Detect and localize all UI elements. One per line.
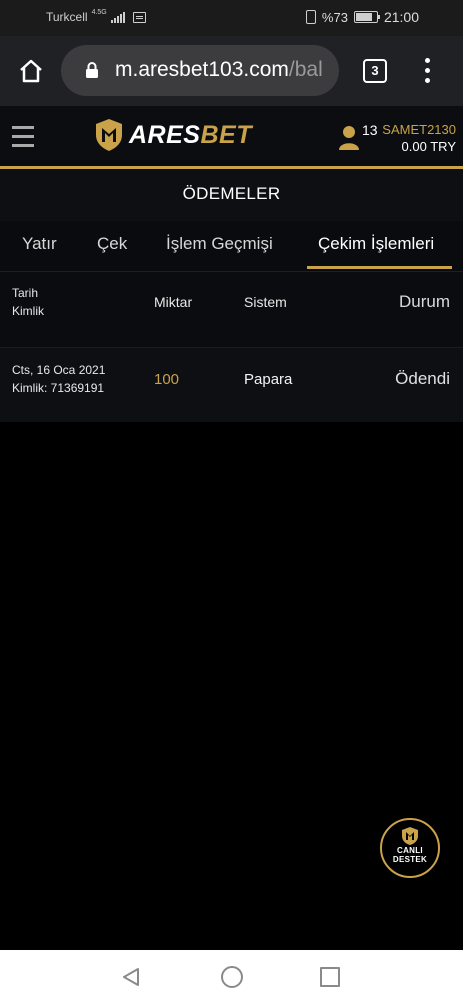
- site-header: ARESBET 13 SAMET2130 0.00 TRY: [0, 106, 463, 169]
- logo-text-ares: ARES: [129, 120, 201, 149]
- clock: 21:00: [383, 9, 419, 25]
- battery-icon: [353, 11, 380, 23]
- page-title: ÖDEMELER: [182, 184, 281, 203]
- live-support-label-line1: CANLI: [397, 846, 423, 855]
- back-icon[interactable]: [120, 966, 142, 988]
- tab-withdraw[interactable]: Çek: [97, 234, 127, 254]
- row-date: Cts, 16 Oca 2021: [12, 363, 106, 377]
- url-text: m.aresbet103.com/bal: [115, 58, 323, 82]
- hamburger-menu-icon[interactable]: [12, 126, 34, 148]
- notification-count[interactable]: 13: [362, 122, 378, 138]
- column-header-date: Tarih: [12, 286, 39, 300]
- row-amount: 100: [154, 371, 180, 388]
- live-support-button[interactable]: CANLI DESTEK: [380, 818, 440, 878]
- shield-logo-icon: [96, 119, 122, 151]
- recent-apps-icon[interactable]: [320, 967, 340, 987]
- url-path: /bal: [288, 58, 323, 81]
- home-circle-icon[interactable]: [221, 966, 243, 988]
- account-balance: 0.00 TRY: [401, 139, 456, 154]
- home-icon[interactable]: [18, 58, 44, 84]
- carrier-name: Turkcell: [46, 10, 88, 24]
- column-header-amount: Miktar: [154, 294, 193, 310]
- message-icon: [132, 11, 146, 23]
- battery-percent: %73: [321, 9, 348, 25]
- table-header: Tarih Kimlik Miktar Sistem Durum: [0, 272, 463, 348]
- system-navigation-bar: [0, 950, 463, 1004]
- table-row[interactable]: Cts, 16 Oca 2021 Kimlik: 71369191 100 Pa…: [0, 348, 463, 422]
- column-header-status: Durum: [398, 292, 450, 311]
- column-header-id: Kimlik: [12, 304, 44, 318]
- logo-text-bet: BET: [200, 120, 252, 149]
- username[interactable]: SAMET2130: [382, 122, 456, 137]
- signal-icon: [110, 11, 125, 23]
- vibrate-icon: [305, 10, 316, 24]
- status-bar: Turkcell 4.5G %73 21:00: [0, 0, 463, 36]
- tab-switcher-button[interactable]: 3: [363, 59, 387, 83]
- user-icon[interactable]: [338, 124, 360, 150]
- url-host: m.aresbet103.com: [115, 58, 289, 81]
- column-header-system: Sistem: [244, 294, 287, 310]
- row-status: Ödendi: [395, 369, 450, 388]
- tab-withdrawal-transactions[interactable]: Çekim İşlemleri: [318, 234, 434, 254]
- shield-logo-icon: [402, 827, 418, 845]
- live-support-label-line2: DESTEK: [392, 855, 428, 864]
- payment-tabs: Yatır Çek İşlem Geçmişi Çekim İşlemleri: [0, 221, 463, 272]
- more-menu-icon[interactable]: [424, 58, 430, 84]
- network-type: 4.5G: [91, 8, 107, 16]
- tab-deposit[interactable]: Yatır: [22, 234, 57, 254]
- active-tab-indicator: [307, 266, 452, 269]
- tab-transaction-history[interactable]: İşlem Geçmişi: [166, 234, 273, 254]
- row-id: Kimlik: 71369191: [12, 381, 105, 395]
- browser-toolbar: m.aresbet103.com/bal 3: [0, 36, 463, 106]
- address-bar[interactable]: m.aresbet103.com/bal: [61, 45, 339, 96]
- page-title-bar: ÖDEMELER: [0, 169, 463, 222]
- row-system: Papara: [244, 371, 293, 388]
- lock-icon: [86, 62, 98, 78]
- aresbet-logo[interactable]: ARESBET: [94, 116, 252, 154]
